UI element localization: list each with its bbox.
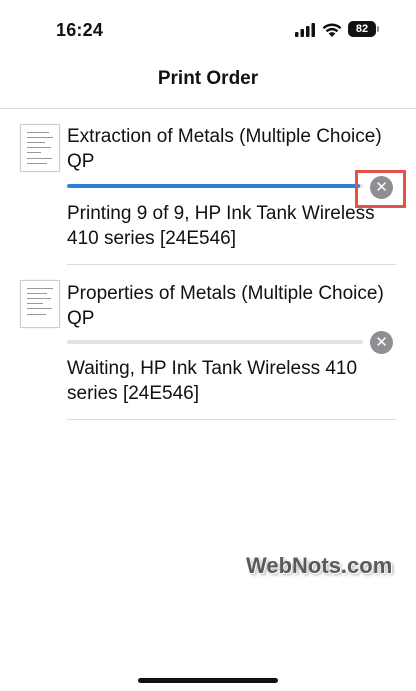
progress-bar [67, 340, 363, 344]
status-bar: 16:24 82 [0, 0, 416, 60]
row-divider [67, 264, 396, 265]
progress-bar [67, 184, 363, 188]
signal-icon [295, 23, 315, 37]
close-icon: ✕ [375, 334, 388, 351]
wifi-icon [322, 23, 342, 37]
document-thumbnail [20, 280, 60, 328]
progress-fill [67, 184, 361, 188]
row-divider [67, 419, 396, 420]
home-indicator [138, 678, 278, 683]
battery-level: 82 [348, 21, 376, 37]
battery-icon: 82 [348, 21, 379, 37]
watermark: WebNots.com [246, 553, 393, 578]
job-title: Extraction of Metals (Multiple Choice) Q… [67, 126, 382, 172]
document-thumbnail [20, 124, 60, 172]
nav-divider [0, 108, 416, 109]
page-title: Print Order [157, 68, 259, 89]
status-time: 16:24 [56, 20, 104, 40]
battery-tip [377, 26, 379, 32]
job-title: Properties of Metals (Multiple Choice) Q… [67, 283, 384, 329]
job-status: Printing 9 of 9, HP Ink Tank Wireless 41… [67, 203, 375, 249]
highlight-annotation [355, 170, 406, 208]
job-status: Waiting, HP Ink Tank Wireless 410 series… [67, 358, 358, 404]
cancel-print-button[interactable]: ✕ [370, 331, 393, 354]
print-order-screen: 16:24 82 Print Order Extraction of Metal… [0, 0, 416, 691]
